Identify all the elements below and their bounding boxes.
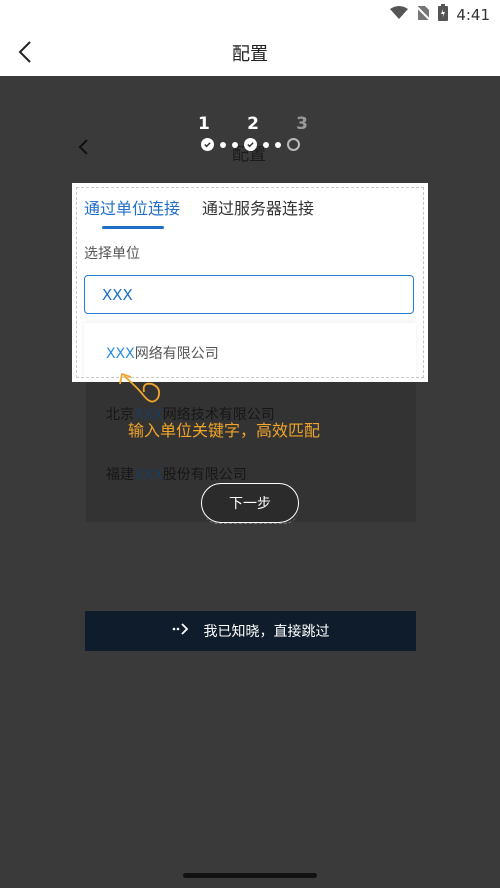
step-indicator <box>201 138 300 151</box>
unit-search-input[interactable]: XXX <box>84 275 414 314</box>
suggestion-highlight: XXX <box>134 467 163 483</box>
no-sim-icon <box>415 4 432 25</box>
select-unit-label: 选择单位 <box>84 246 140 262</box>
status-icons: 4:41 <box>390 4 490 25</box>
titlebar: 配置 <box>0 28 500 76</box>
step-dot <box>275 141 281 148</box>
battery-icon <box>438 4 449 25</box>
status-time: 4:41 <box>456 5 490 24</box>
step-dot <box>232 141 238 148</box>
skip-arrow-icon <box>172 623 190 639</box>
suggestion-suffix: 股份有限公司 <box>162 467 247 483</box>
home-indicator <box>183 873 317 878</box>
wifi-icon <box>390 5 409 24</box>
step-dot <box>220 141 226 148</box>
step-dot <box>263 141 269 148</box>
status-bar: 4:41 <box>0 0 500 28</box>
annotation-text: 输入单位关键字，高效匹配 <box>128 421 321 440</box>
check-icon <box>201 138 214 151</box>
annotation-arrow-icon <box>119 372 161 403</box>
skip-button[interactable]: 我已知晓，直接跳过 <box>85 611 416 651</box>
step-3-label: 3 <box>296 114 308 134</box>
next-step-button[interactable]: 下一步 <box>201 483 299 523</box>
step-numbers: 1 2 3 <box>198 114 308 134</box>
suggestion-item[interactable]: 福建XXX股份有限公司 <box>106 464 247 484</box>
suggestion-prefix: 福建 <box>106 467 134 483</box>
suggestion-suffix: 网络有限公司 <box>134 346 219 362</box>
highlight-card: 通过单位连接 通过服务器连接 选择单位 XXX XXX网络有限公司 <box>72 183 428 382</box>
connection-tabs: 通过单位连接 通过服务器连接 <box>84 195 314 229</box>
tab-unit-connect[interactable]: 通过单位连接 <box>84 195 180 229</box>
page-title: 配置 <box>232 44 268 65</box>
tab-server-connect[interactable]: 通过服务器连接 <box>202 195 314 229</box>
suggestion-highlight: XXX <box>106 346 135 362</box>
check-icon <box>244 138 257 151</box>
ghost-back-arrow-icon <box>76 138 92 156</box>
step-3-ring-icon <box>287 138 300 151</box>
step-2-label: 2 <box>247 114 259 134</box>
step-1-label: 1 <box>198 114 210 134</box>
skip-button-label: 我已知晓，直接跳过 <box>203 624 330 640</box>
